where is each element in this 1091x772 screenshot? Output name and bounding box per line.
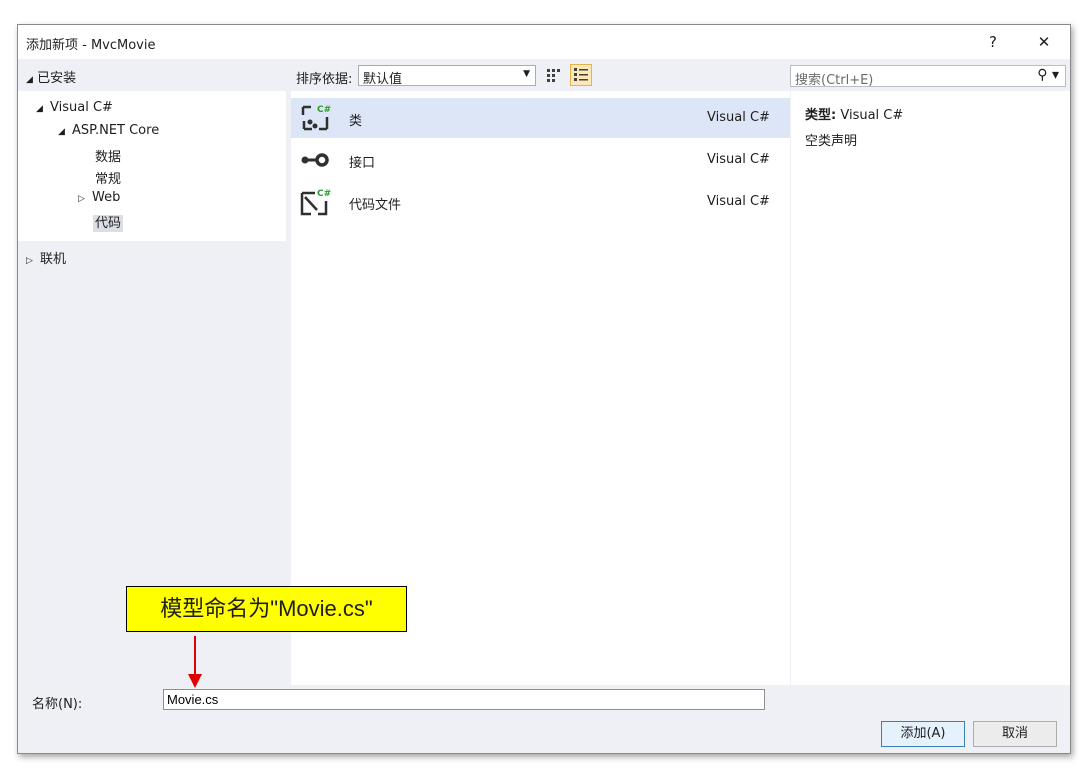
sort-dropdown[interactable]: 默认值 ▼ — [358, 65, 536, 87]
small-icons-view-button[interactable] — [542, 64, 564, 86]
template-name: 代码文件 — [349, 198, 402, 213]
list-view-button[interactable] — [570, 64, 592, 86]
code-file-icon: C# — [300, 189, 331, 216]
close-button[interactable]: ✕ — [1029, 30, 1059, 54]
sort-label: 排序依据: — [296, 72, 353, 87]
template-description: 空类声明 — [805, 134, 858, 149]
template-item-code-file[interactable]: C# 代码文件 Visual C# — [291, 182, 790, 222]
sort-value: 默认值 — [363, 72, 403, 87]
list-view-icon — [574, 68, 588, 81]
annotation-arrow-line — [194, 636, 196, 676]
dropdown-arrow-icon: ▼ — [523, 69, 530, 79]
expanded-triangle-icon: ◢ — [36, 104, 43, 114]
svg-text:C#: C# — [317, 105, 331, 115]
interface-icon — [301, 153, 329, 167]
tree-node-aspnet-core[interactable]: ◢ ASP.NET Core — [58, 123, 159, 138]
annotation-arrow-head-icon — [188, 674, 202, 688]
template-language: Visual C# — [707, 152, 770, 167]
installed-header[interactable]: ◢ 已安装 — [18, 59, 290, 89]
template-item-class[interactable]: C# 类 Visual C# — [291, 98, 790, 138]
details-panel: 类型: Visual C# 空类声明 — [791, 91, 1070, 685]
name-input[interactable] — [163, 689, 765, 710]
svg-text:C#: C# — [317, 189, 331, 199]
help-button[interactable]: ? — [978, 30, 1008, 54]
collapse-triangle-icon: ◢ — [26, 75, 33, 85]
annotation-callout: 模型命名为"Movie.cs" — [126, 586, 407, 632]
cancel-button[interactable]: 取消 — [973, 721, 1057, 747]
collapsed-triangle-icon: ▷ — [26, 256, 33, 266]
tree-node-code[interactable]: 代码 — [93, 212, 124, 232]
title-bar: 添加新项 - MvcMovie ? ✕ — [18, 25, 1070, 59]
template-language: Visual C# — [707, 194, 770, 209]
tree-node-visual-csharp[interactable]: ◢ Visual C# — [36, 100, 113, 115]
add-new-item-dialog: 添加新项 - MvcMovie ? ✕ ◢ 已安装 ◢ Visual C# ◢ AS… — [17, 24, 1071, 754]
name-label: 名称(N): — [32, 697, 83, 712]
template-item-interface[interactable]: 接口 Visual C# — [291, 140, 790, 180]
search-icon[interactable]: ⚲ ▾ — [1037, 67, 1059, 83]
template-name: 类 — [349, 114, 363, 129]
template-language: Visual C# — [707, 110, 770, 125]
tree-node-general[interactable]: 常规 — [95, 168, 121, 187]
class-icon: C# — [301, 105, 331, 131]
tree-node-data[interactable]: 数据 — [95, 146, 121, 165]
expanded-triangle-icon: ◢ — [58, 127, 65, 137]
tree-node-online[interactable]: ▷ 联机 — [26, 248, 66, 267]
search-placeholder: 搜索(Ctrl+E) — [795, 73, 874, 88]
collapsed-triangle-icon: ▷ — [78, 194, 85, 204]
template-tree: ◢ Visual C# ◢ ASP.NET Core 数据 常规 ▷ Web 代码 — [18, 91, 286, 241]
grid-view-icon — [547, 69, 560, 82]
window-title: 添加新项 - MvcMovie — [26, 38, 156, 53]
type-label: 类型: — [805, 108, 837, 123]
search-box[interactable]: 搜索(Ctrl+E) ⚲ ▾ — [790, 65, 1066, 88]
type-line: 类型: Visual C# — [805, 104, 903, 123]
installed-label: 已安装 — [37, 71, 77, 86]
type-value: Visual C# — [840, 108, 904, 123]
tree-node-web[interactable]: ▷ Web — [78, 190, 120, 205]
template-name: 接口 — [349, 156, 376, 171]
add-button[interactable]: 添加(A) — [881, 721, 965, 747]
